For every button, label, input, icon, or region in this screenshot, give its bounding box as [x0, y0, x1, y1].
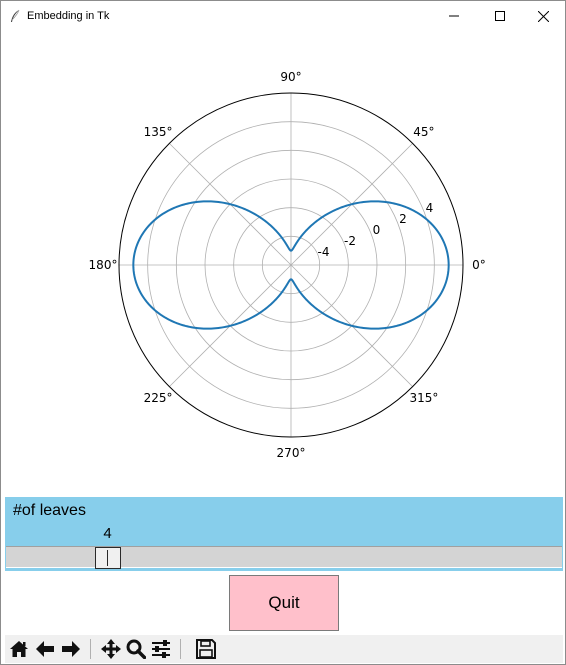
minimize-icon [448, 15, 459, 17]
feather-icon [11, 9, 20, 22]
forward-button[interactable] [59, 637, 83, 661]
save-icon [196, 639, 216, 659]
app-window: Embedding in Tk 0° 45° 90° 135° 180° 225° 270°… [0, 0, 566, 665]
theta-tick-label: 90° [280, 70, 301, 84]
r-tick-label: -2 [344, 234, 356, 248]
minimize-button[interactable] [431, 1, 476, 31]
leaves-slider[interactable] [6, 546, 562, 569]
window-title: Embedding in Tk [27, 10, 110, 22]
back-button[interactable] [33, 637, 57, 661]
theta-tick-label: 225° [144, 391, 173, 405]
slider-thumb[interactable] [94, 547, 121, 569]
polar-chart: 0° 45° 90° 135° 180° 225° 270° 315° -4 -2 0 2 4 [89, 70, 486, 460]
r-tick-label: 2 [399, 212, 407, 226]
maximize-button[interactable] [477, 1, 522, 31]
save-button[interactable] [194, 637, 218, 661]
r-tick-label: 4 [426, 201, 434, 215]
home-icon [10, 641, 28, 657]
toolbar-separator [90, 639, 91, 659]
r-tick-label: -4 [318, 245, 330, 259]
zoom-icon [126, 639, 146, 659]
theta-tick-label: 315° [409, 391, 438, 405]
slider-value: 4 [103, 525, 112, 542]
configure-subplots-icon [152, 640, 170, 658]
home-button[interactable] [7, 637, 31, 661]
navigation-toolbar [5, 635, 563, 663]
forward-arrow-icon [62, 641, 80, 657]
back-arrow-icon [36, 641, 54, 657]
configure-subplots-button[interactable] [149, 637, 173, 661]
theta-tick-label: 180° [89, 258, 118, 272]
pan-button[interactable] [99, 637, 123, 661]
title-bar[interactable]: Embedding in Tk [1, 1, 565, 32]
slider-label: #of leaves [13, 502, 86, 519]
slider-frame: #of leaves 4 [5, 497, 563, 571]
quit-button[interactable]: Quit [229, 575, 339, 631]
close-button[interactable] [521, 1, 566, 31]
toolbar-separator [180, 639, 181, 659]
maximize-icon [494, 11, 505, 21]
pan-icon [101, 639, 121, 659]
theta-tick-label: 270° [277, 446, 306, 460]
theta-tick-label: 0° [472, 258, 486, 272]
plot-canvas[interactable]: 0° 45° 90° 135° 180° 225° 270° 315° -4 -2 0 2 4 [5, 33, 563, 497]
theta-tick-label: 45° [413, 125, 434, 139]
r-tick-label: 0 [373, 223, 381, 237]
zoom-button[interactable] [124, 637, 148, 661]
close-icon [538, 10, 549, 22]
theta-tick-label: 135° [144, 125, 173, 139]
